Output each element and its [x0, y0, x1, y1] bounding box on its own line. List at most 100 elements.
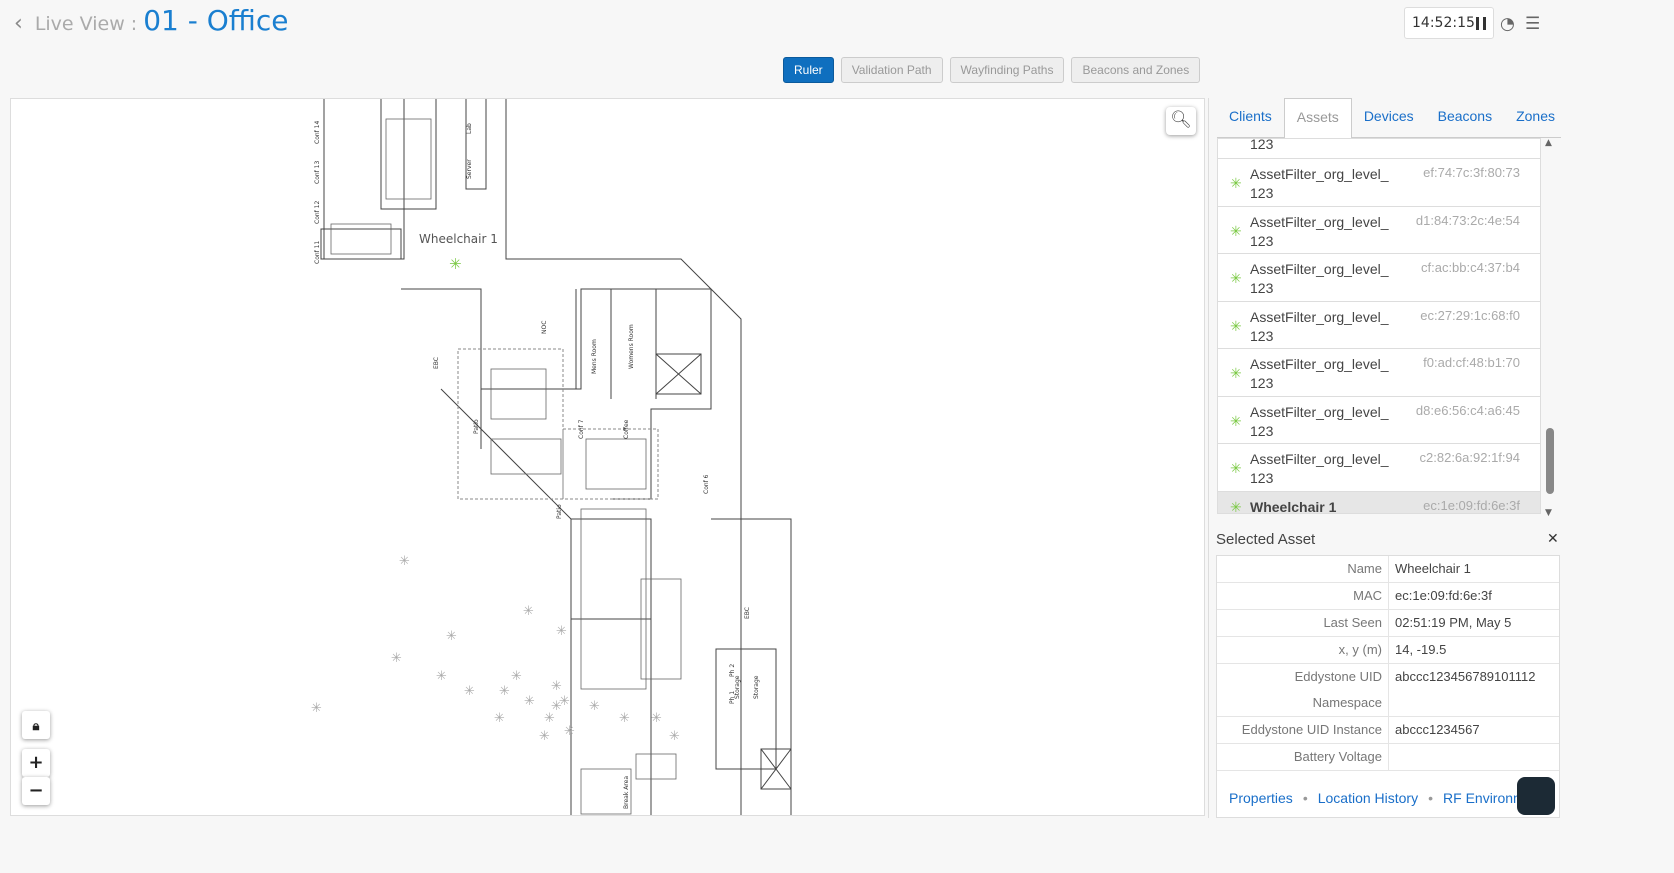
asset-list-item[interactable]: ✳ AssetFilter_org_level_ 123 ef:74:7c:3f:8… — [1218, 159, 1540, 207]
location-history-link[interactable]: Location History — [1318, 790, 1418, 806]
asset-mac: d1:84:73:2c:4e:54 — [1415, 212, 1520, 228]
page-title: 01 - Office — [143, 4, 289, 37]
search-icon: 🔍︎ — [1170, 110, 1192, 130]
asset-list-item[interactable]: ✳ AssetFilter_org_level_ 123 cf:ac:bb:c4:3… — [1218, 254, 1540, 302]
room-label: Conf 6 — [703, 474, 710, 495]
room-label: Coffee — [623, 419, 630, 439]
beacon-icon[interactable]: ✳ — [391, 651, 402, 666]
beacon-icon[interactable]: ✳ — [669, 729, 680, 744]
detail-key: x, y (m) — [1217, 637, 1389, 663]
beacon-icon[interactable]: ✳ — [556, 624, 567, 639]
properties-link[interactable]: Properties — [1229, 790, 1293, 806]
asset-list-item[interactable]: ✳ AssetFilter_org_level_ 123 f0:ad:cf:48:b… — [1218, 349, 1540, 397]
detail-value: Wheelchair 1 — [1395, 561, 1471, 576]
tab-zones[interactable]: Zones — [1504, 98, 1567, 137]
toolbar: Ruler Validation Path Wayfinding Paths B… — [783, 57, 1201, 83]
bluetooth-icon: ✳ — [1230, 270, 1242, 286]
beacon-icon[interactable]: ✳ — [436, 669, 447, 684]
map-search-button[interactable]: 🔍︎ — [1166, 107, 1196, 135]
beacon-icon[interactable]: ✳ — [511, 669, 522, 684]
beacon-icon[interactable]: ✳ — [494, 711, 505, 726]
detail-value: abccc1234567 — [1395, 722, 1480, 737]
beacon-icon[interactable]: ✳ — [619, 711, 630, 726]
beacon-icon[interactable]: ✳ — [651, 711, 662, 726]
beacon-icon[interactable]: ✳ — [589, 699, 600, 714]
beacon-icon[interactable]: ✳ — [311, 701, 322, 716]
floor-plan — [320, 99, 792, 815]
zoom-out-button[interactable]: − — [22, 777, 50, 805]
lock-icon: 🔒︎ — [32, 719, 40, 734]
room-label: Patio — [556, 504, 563, 519]
dashboard-icon[interactable]: ◔ — [1500, 14, 1515, 34]
asset-bluetooth-marker-icon[interactable]: ✳ — [449, 255, 462, 273]
ruler-button[interactable]: Ruler — [783, 57, 834, 83]
beacon-icon[interactable]: ✳ — [523, 604, 534, 619]
bluetooth-icon: ✳ — [1230, 460, 1242, 476]
beacon-icon[interactable]: ✳ — [464, 684, 475, 699]
beacon-icon[interactable]: ✳ — [539, 729, 550, 744]
room-label: EBC — [433, 357, 440, 369]
chevron-left-icon[interactable]: ‹ — [14, 11, 23, 36]
bluetooth-icon: ✳ — [1230, 365, 1242, 381]
list-item-partial[interactable]: 123 — [1218, 139, 1540, 159]
asset-mac: ec:27:29:1c:68:f0 — [1420, 307, 1520, 323]
zoom-in-button[interactable]: + — [22, 749, 50, 777]
room-label: Server — [466, 159, 473, 179]
room-label: Break Area — [623, 775, 630, 809]
asset-list-item[interactable]: ✳ AssetFilter_org_level_ 123 d1:84:73:2c:4… — [1218, 207, 1540, 254]
floor-map[interactable]: Wheelchair 1 ✳ Conf 14 Conf 13 Conf 12 Conf… — [10, 98, 1205, 816]
beacon-icon[interactable]: ✳ — [524, 694, 535, 709]
asset-list-item[interactable]: ✳ AssetFilter_org_level_ 123 ec:27:29:1c:6… — [1218, 302, 1540, 349]
tab-bar: Clients Assets Devices Beacons Zones — [1217, 98, 1561, 139]
asset-name: Wheelchair 1 — [1250, 498, 1337, 514]
asset-list-item[interactable]: ✳ AssetFilter_org_level_ 123 c2:82:6a:92:1… — [1218, 444, 1540, 492]
beacon-icon[interactable]: ✳ — [399, 554, 410, 569]
asset-name: AssetFilter_org_level_ 123 — [1250, 356, 1389, 391]
detail-value — [1389, 744, 1401, 770]
room-label: Mens Room — [591, 339, 598, 374]
asset-mac: ec:1e:09:fd:6e:3f — [1423, 497, 1520, 513]
validation-path-button[interactable]: Validation Path — [840, 57, 943, 83]
asset-name: AssetFilter_org_level_ 123 — [1250, 261, 1389, 296]
asset-list[interactable]: 123 ✳ AssetFilter_org_level_ 123 ef:74:7c:… — [1217, 138, 1541, 514]
bluetooth-icon: ✳ — [1230, 412, 1242, 429]
asset-list-item[interactable]: ✳ AssetFilter_org_level_ 123 d8:e6:56:c4:a… — [1218, 397, 1540, 444]
room-label: Conf 11 — [314, 240, 321, 264]
bluetooth-icon: ✳ — [1230, 175, 1242, 191]
header: ‹ Live View : 01 - Office — [14, 4, 288, 37]
asset-name: AssetFilter_org_level_ 123 — [1250, 166, 1389, 201]
asset-list-item[interactable]: ✳ Wheelchair 1 ec:1e:09:fd:6e:3f — [1218, 491, 1540, 514]
beacon-icon[interactable]: ✳ — [551, 679, 562, 694]
pause-icon[interactable] — [1476, 17, 1486, 30]
detail-key: Battery Voltage — [1217, 744, 1389, 770]
bluetooth-icon: ✳ — [1230, 317, 1242, 334]
tab-clients[interactable]: Clients — [1217, 98, 1284, 137]
detail-key: Name — [1217, 556, 1389, 582]
lock-button[interactable]: 🔒︎ — [22, 711, 50, 739]
asset-map-label: Wheelchair 1 — [419, 232, 498, 246]
beacon-icon[interactable]: ✳ — [564, 724, 575, 739]
beacon-icon[interactable]: ✳ — [559, 694, 570, 709]
beacon-icon[interactable]: ✳ — [544, 711, 555, 726]
close-icon[interactable]: ✕ — [1547, 531, 1559, 547]
asset-list-scrollbar[interactable]: ▲ ▼ — [1544, 138, 1556, 518]
settings-sliders-icon[interactable]: ☰ — [1525, 14, 1540, 34]
beacon-icon[interactable]: ✳ — [446, 629, 457, 644]
beacons-and-zones-button[interactable]: Beacons and Zones — [1071, 57, 1201, 83]
beacon-icon[interactable]: ✳ — [499, 684, 510, 699]
detail-key: Last Seen — [1217, 610, 1389, 636]
wayfinding-paths-button[interactable]: Wayfinding Paths — [949, 57, 1065, 83]
room-label: NOC — [541, 320, 548, 334]
bluetooth-icon: ✳ — [1230, 222, 1242, 239]
detail-value: 14, -19.5 — [1395, 642, 1447, 657]
detail-key: Eddystone UID Namespace — [1217, 664, 1389, 716]
assistant-bot-button[interactable] — [1517, 777, 1555, 815]
selected-asset-title: Selected Asset — [1216, 531, 1316, 548]
selected-asset-table: Name Wheelchair 1 MAC ec:1e:09:fd:6e:3f Last… — [1216, 555, 1560, 818]
tab-assets[interactable]: Assets — [1283, 98, 1352, 139]
room-label: Conf 12 — [314, 200, 321, 224]
tab-beacons[interactable]: Beacons — [1426, 98, 1504, 137]
detail-row: Last Seen 02:51:19 PM, May 5 — [1217, 610, 1559, 637]
bluetooth-icon: ✳ — [1230, 498, 1242, 514]
tab-devices[interactable]: Devices — [1352, 98, 1426, 137]
